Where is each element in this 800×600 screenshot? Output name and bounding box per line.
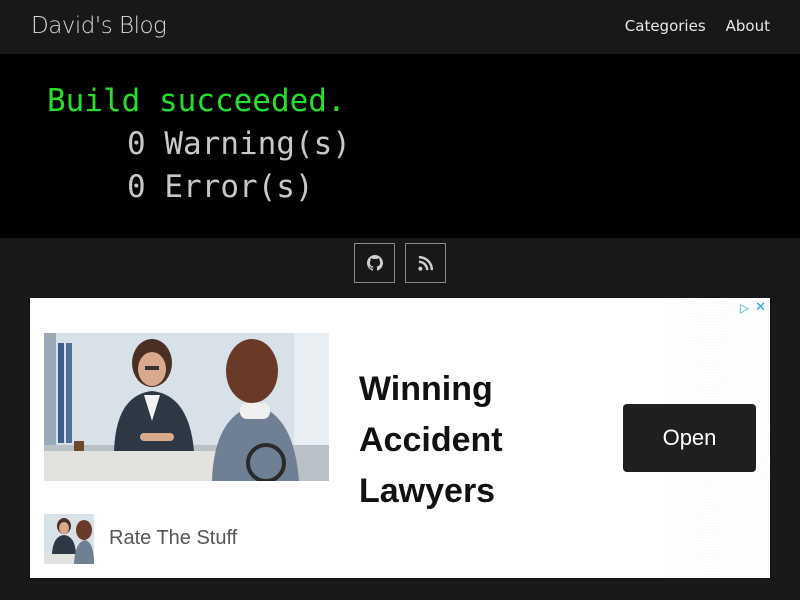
ad-open-button[interactable]: Open: [623, 404, 756, 472]
ad-headline-line: Lawyers: [359, 472, 496, 510]
errors-line: 0 Error(s): [127, 169, 314, 205]
github-icon: [366, 255, 383, 271]
ad-advertiser-name[interactable]: Rate The Stuff: [109, 527, 237, 550]
social-links: [0, 243, 800, 283]
site-brand[interactable]: David's Blog: [31, 13, 167, 39]
nav-link-about[interactable]: About: [726, 17, 770, 35]
terminal-banner: Build succeeded. 0 Warning(s) 0 Error(s): [0, 54, 800, 238]
nav-links: Categories About: [625, 17, 770, 35]
ad-headline-line: Winning: [359, 370, 493, 408]
ad-headline-line: Accident: [359, 421, 503, 459]
ad-choices[interactable]: ▷ ✕: [740, 300, 766, 315]
adchoices-icon[interactable]: ▷: [740, 301, 749, 315]
github-link[interactable]: [354, 243, 395, 283]
advertisement[interactable]: ▷ ✕ Winning Accident Lawyers Open Rate T…: [30, 298, 770, 578]
advertiser-logo[interactable]: [44, 514, 94, 564]
rss-icon: [418, 255, 433, 271]
navbar: David's Blog Categories About: [0, 0, 800, 54]
nav-link-categories[interactable]: Categories: [625, 17, 706, 35]
close-icon[interactable]: ✕: [755, 300, 766, 315]
advertiser-thumbnail: [44, 514, 94, 564]
ad-image[interactable]: [44, 333, 329, 481]
build-status-line: Build succeeded.: [47, 83, 346, 119]
warnings-line: 0 Warning(s): [127, 126, 351, 162]
office-scene-illustration: [44, 333, 329, 481]
rss-link[interactable]: [405, 243, 446, 283]
ad-headline[interactable]: Winning Accident Lawyers: [359, 364, 559, 517]
